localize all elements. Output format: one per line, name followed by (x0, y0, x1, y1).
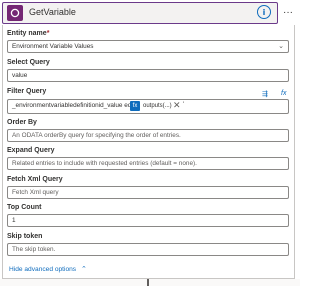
top-count-input[interactable]: 1 (7, 214, 289, 227)
connector-icon (7, 5, 23, 21)
dataverse-logo-icon (10, 8, 20, 18)
select-query-input[interactable]: value (7, 69, 289, 82)
entity-name-label-text: Entity name (7, 30, 47, 37)
expression-token-label[interactable]: outputs(...) (143, 103, 172, 109)
filter-query-text: _environmentvariabledefinitionid_value e… (12, 102, 132, 109)
entity-name-dropdown[interactable]: Environment Variable Values ⌄ (7, 40, 289, 53)
fetch-xml-query-input[interactable]: Fetch Xml query (7, 186, 289, 199)
hide-advanced-label: Hide advanced options (9, 266, 77, 273)
entity-name-value: Environment Variable Values (12, 43, 94, 50)
fetch-xml-query-label: Fetch Xml Query (7, 176, 63, 183)
fx-token-icon: fx (130, 101, 140, 111)
skip-token-input[interactable]: The skip token. (7, 243, 289, 256)
filter-query-label: Filter Query (7, 88, 47, 95)
select-query-label: Select Query (7, 59, 50, 66)
more-options-icon[interactable]: ··· (281, 5, 295, 19)
hide-advanced-options-link[interactable]: Hide advanced options ⌃ (9, 265, 87, 273)
chevron-up-icon: ⌃ (80, 266, 87, 273)
expand-query-label: Expand Query (7, 147, 55, 154)
order-by-label: Order By (7, 119, 37, 126)
dynamic-content-icon[interactable]: ⇶ (262, 90, 268, 98)
flow-connector (147, 279, 149, 286)
footer-divider (0, 279, 300, 286)
action-card: GetVariable i ··· Entity name* Environme… (0, 0, 300, 286)
skip-token-label: Skip token (7, 233, 43, 240)
order-by-input[interactable]: An ODATA orderBy query for specifying th… (7, 129, 289, 142)
entity-name-label: Entity name* (7, 30, 49, 37)
expression-icon[interactable]: fx (281, 90, 286, 97)
remove-token-icon[interactable]: ✕ (173, 100, 181, 111)
filter-query-suffix: ' (183, 102, 185, 108)
info-icon[interactable]: i (257, 5, 271, 19)
chevron-down-icon: ⌄ (278, 43, 284, 50)
action-header[interactable]: GetVariable (2, 2, 278, 24)
expand-query-input[interactable]: Related entries to include with requeste… (7, 157, 289, 170)
required-mark: * (46, 30, 50, 37)
top-count-label: Top Count (7, 204, 42, 211)
action-title[interactable]: GetVariable (29, 7, 76, 17)
